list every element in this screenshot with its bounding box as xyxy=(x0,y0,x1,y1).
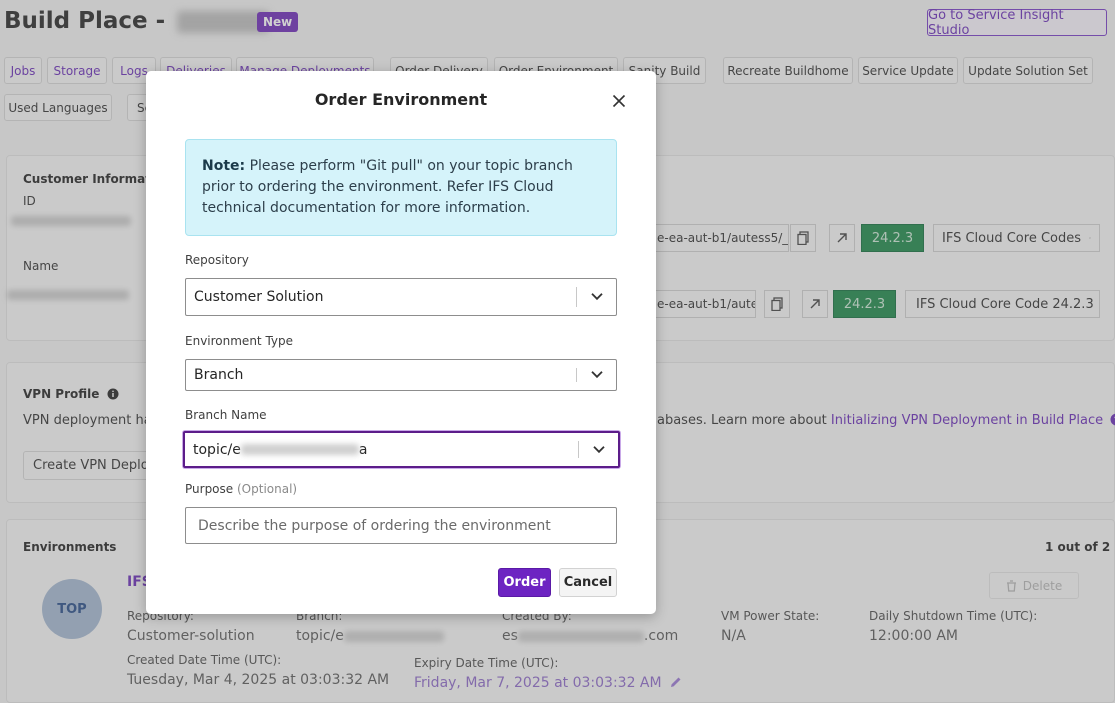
branch-name-select[interactable]: topic/e a xyxy=(183,431,620,468)
repository-select-value: Customer Solution xyxy=(194,289,324,305)
environment-type-value: Branch xyxy=(194,367,244,383)
git-pull-note: Note: Please perform "Git pull" on your … xyxy=(185,139,617,236)
select-divider xyxy=(578,441,579,458)
redacted-branch-name xyxy=(240,444,359,455)
chevron-down-icon xyxy=(593,445,605,453)
select-divider xyxy=(576,368,577,382)
purpose-label-text: Purpose xyxy=(185,482,234,496)
chevron-down-icon xyxy=(591,371,603,379)
repository-select[interactable]: Customer Solution xyxy=(185,278,617,316)
branch-name-label: Branch Name xyxy=(185,408,267,422)
chevron-down-icon xyxy=(591,293,603,301)
purpose-optional-hint: (Optional) xyxy=(237,482,298,496)
repository-label: Repository xyxy=(185,253,249,267)
branch-value-start: topic/e xyxy=(193,441,241,458)
order-environment-dialog: Order Environment Note: Please perform "… xyxy=(146,71,656,614)
close-icon[interactable] xyxy=(611,93,627,109)
environment-type-select[interactable]: Branch xyxy=(185,359,617,391)
purpose-label: Purpose (Optional) xyxy=(185,482,297,496)
dialog-title: Order Environment xyxy=(314,90,488,109)
environment-type-label: Environment Type xyxy=(185,334,293,348)
order-button[interactable]: Order xyxy=(498,568,551,597)
note-bold-label: Note: xyxy=(202,158,246,174)
select-divider xyxy=(576,287,577,307)
branch-value-end: a xyxy=(358,441,368,458)
note-text: Please perform "Git pull" on your topic … xyxy=(202,158,573,216)
cancel-button[interactable]: Cancel xyxy=(559,568,617,597)
purpose-input[interactable]: Describe the purpose of ordering the env… xyxy=(185,507,617,544)
